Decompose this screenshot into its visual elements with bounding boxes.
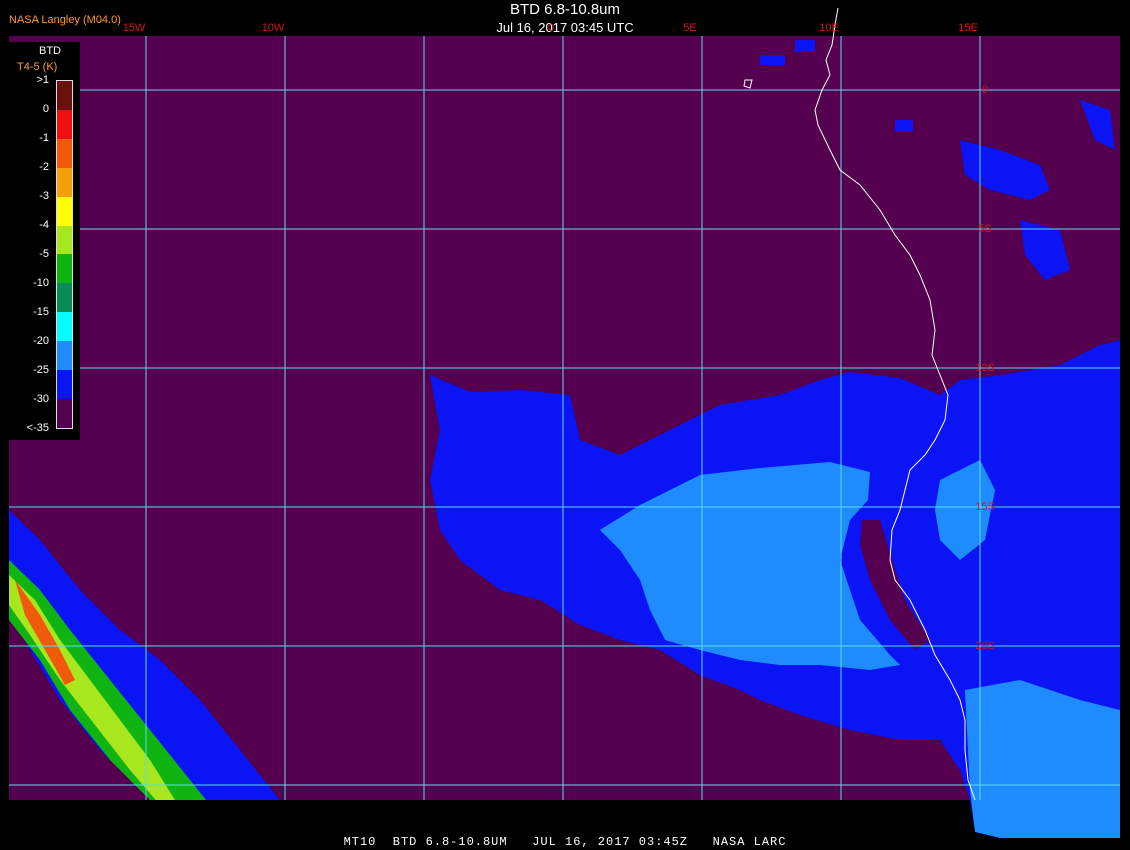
footer-caption: MT10 BTD 6.8-10.8UM JUL 16, 2017 03:45Z … [343,835,787,849]
legend-tick-label: -15 [33,306,49,318]
legend-colorbar [56,80,73,429]
latitude-label: 20S [975,640,995,652]
legend-subtitle: T4-5 (K) [17,61,58,73]
cloud-patch-north-4 [795,40,815,52]
legend-tick-label: <-35 [26,422,49,434]
map-title: BTD 6.8-10.8um [509,1,621,18]
longitude-label: 0 [547,22,555,34]
legend-tick-label: -20 [33,335,49,347]
legend-swatch [57,312,72,342]
longitude-label: 10W [261,22,285,34]
legend-tick-label: -5 [39,248,49,260]
legend-tick-label: -30 [33,393,49,405]
legend-tick-label: -3 [39,190,49,202]
latitude-label: 10S [975,362,995,374]
legend-swatch [57,370,72,399]
legend-tick-label: -10 [33,277,49,289]
longitude-label: 15E [958,22,978,34]
satellite-map [0,0,1130,850]
legend-tick-label: >1 [36,74,49,86]
legend-tick-label: -4 [39,219,49,231]
legend-swatch [57,109,72,139]
legend-swatch [57,167,72,197]
legend-tick-label: -1 [39,132,49,144]
color-legend: BTD T4-5 (K) >1 0 -1 -2 -3 -4 -5 -10 -15 -20 -25 -3… [9,42,80,440]
legend-swatch [57,398,72,428]
legend-swatch [57,81,72,110]
cloud-patch-north-6 [895,120,913,132]
longitude-label: 10E [819,22,839,34]
legend-title: BTD [39,45,61,57]
legend-tick-label: 0 [42,103,49,115]
legend-swatch [57,196,72,226]
legend-swatch [57,341,72,371]
longitude-label: 5E [683,22,697,34]
imagery-layer [9,36,1120,838]
legend-swatch [57,138,72,168]
longitude-label: 15W [122,22,146,34]
legend-swatch [57,225,72,255]
legend-tick-label: -2 [39,161,49,173]
legend-swatch [57,254,72,284]
latitude-label: 5S [978,223,992,235]
cloud-patch-north-5 [760,55,785,65]
legend-swatch [57,283,72,313]
latitude-label: 0 [981,84,989,96]
legend-tick-label: -25 [33,364,49,376]
latitude-label: 15S [975,501,995,513]
